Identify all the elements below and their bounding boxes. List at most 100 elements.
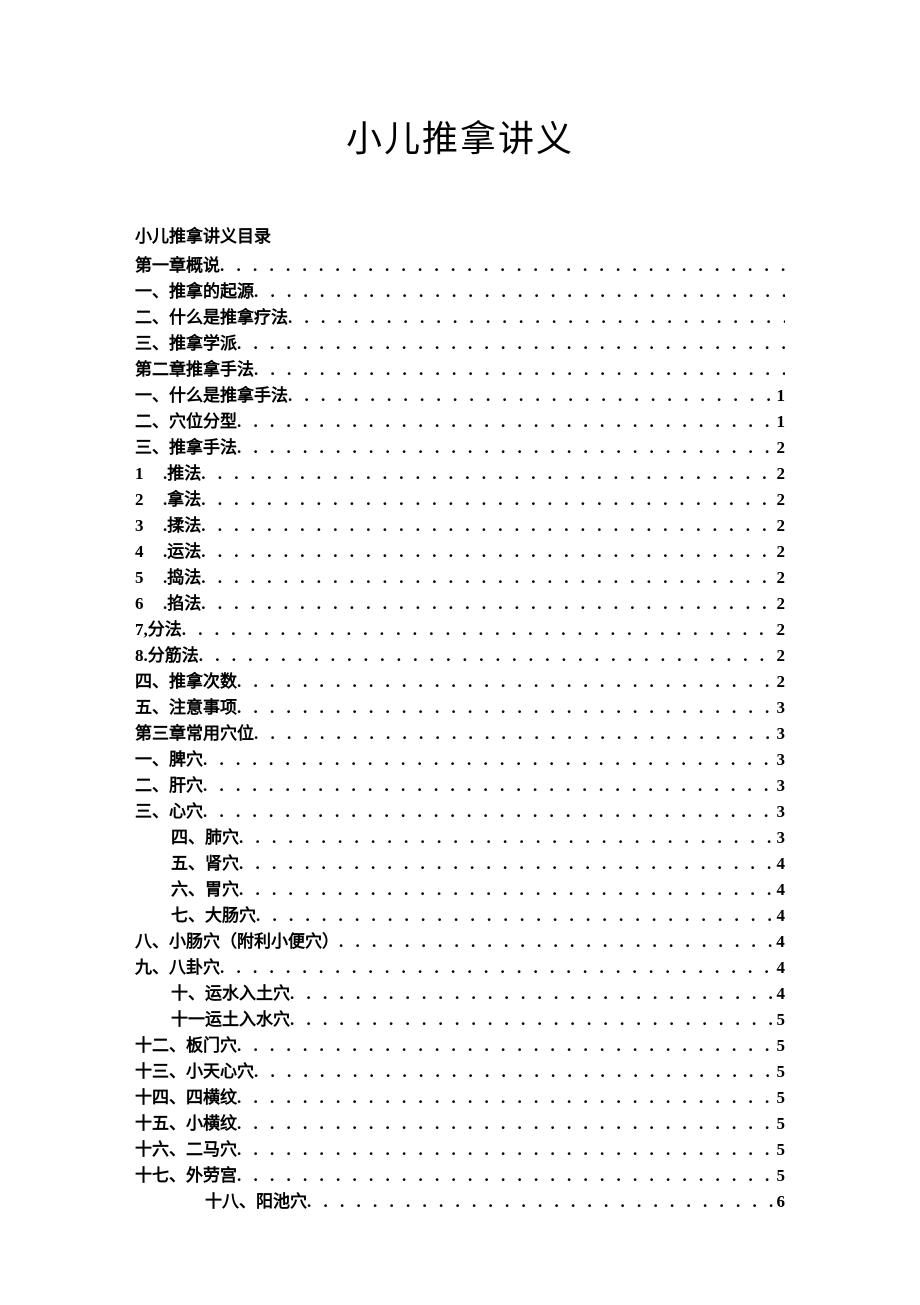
toc-entry-page: 5: [777, 1137, 786, 1163]
toc-entry-label: 第三章常用穴位: [135, 721, 254, 747]
toc-entry-dots: . . . . . . . . . . . . . . . . . . . . …: [290, 981, 777, 1007]
toc-entry-label: .掐法: [163, 591, 201, 617]
toc-entry: 四、推拿次数 . . . . . . . . . . . . . . . . .…: [135, 669, 785, 695]
toc-entry: 十三、小天心穴 . . . . . . . . . . . . . . . . …: [135, 1059, 785, 1085]
toc-entry-dots: . . . . . . . . . . . . . . . . . . . . …: [203, 747, 777, 773]
toc-entry-label: 三、推拿手法: [135, 435, 237, 461]
toc-entry: 六、胃穴 . . . . . . . . . . . . . . . . . .…: [135, 877, 785, 903]
toc-entry-dots: . . . . . . . . . . . . . . . . . . . . …: [239, 877, 777, 903]
toc-entry-dots: . . . . . . . . . . . . . . . . . . . . …: [237, 695, 777, 721]
toc-entry-dots: . . . . . . . . . . . . . . . . . . . . …: [201, 487, 776, 513]
toc-entry-page: 4: [777, 877, 786, 903]
toc-entry-dots: . . . . . . . . . . . . . . . . . . . . …: [237, 1085, 777, 1111]
toc-entry-dots: . . . . . . . . . . . . . . . . . . . . …: [201, 513, 776, 539]
toc-entry: 一、脾穴 . . . . . . . . . . . . . . . . . .…: [135, 747, 785, 773]
toc-entry-dots: . . . . . . . . . . . . . . . . . . . . …: [199, 643, 777, 669]
toc-entry-page: 5: [777, 1033, 786, 1059]
toc-entry-label: .运法: [163, 539, 201, 565]
toc-entry-page: 2: [777, 513, 786, 539]
toc-entry-page: 3: [777, 773, 786, 799]
document-page: 小儿推拿讲义 小儿推拿讲义目录 第一章概说 . . . . . . . . . …: [0, 0, 920, 1305]
toc-entry-page: 4: [777, 851, 786, 877]
toc-entry-dots: . . . . . . . . . . . . . . . . . . . . …: [182, 617, 777, 643]
toc-entry-page: 2: [777, 487, 786, 513]
toc-entry: 一、什么是推拿手法 . . . . . . . . . . . . . . . …: [135, 383, 785, 409]
toc-entry: 二、什么是推拿疗法 . . . . . . . . . . . . . . . …: [135, 305, 785, 331]
toc-entry-label: 一、什么是推拿手法: [135, 383, 288, 409]
toc-entry-page: 5: [777, 1059, 786, 1085]
toc-entry: 十四、四横纹 . . . . . . . . . . . . . . . . .…: [135, 1085, 785, 1111]
toc-entry-page: 2: [777, 461, 786, 487]
toc-entry: 4.运法 . . . . . . . . . . . . . . . . . .…: [135, 539, 785, 565]
toc-entry-label: 十二、板门穴: [135, 1033, 237, 1059]
toc-entry-dots: . . . . . . . . . . . . . . . . . . . . …: [237, 669, 777, 695]
toc-entry-label: .捣法: [163, 565, 201, 591]
toc-entry: 四、肺穴 . . . . . . . . . . . . . . . . . .…: [135, 825, 785, 851]
toc-entry-dots: . . . . . . . . . . . . . . . . . . . . …: [237, 1111, 777, 1137]
toc-entry-page: 2: [777, 643, 786, 669]
toc-entry-page: 3: [777, 799, 786, 825]
toc-entry: 十五、小横纹 . . . . . . . . . . . . . . . . .…: [135, 1111, 785, 1137]
toc-entry-label: 七、大肠穴: [171, 903, 256, 929]
toc-entry-label: 7,分法: [135, 617, 182, 643]
toc-entry-label: .推法: [163, 461, 201, 487]
toc-entry: 十二、板门穴 . . . . . . . . . . . . . . . . .…: [135, 1033, 785, 1059]
toc-entry-dots: . . . . . . . . . . . . . . . . . . . . …: [339, 929, 776, 955]
toc-entry-page: 5: [777, 1007, 786, 1033]
toc-entry-dots: . . . . . . . . . . . . . . . . . . . . …: [201, 591, 776, 617]
toc-entry-page: 2: [777, 669, 786, 695]
toc-entry: 8.分筋法. . . . . . . . . . . . . . . . . .…: [135, 643, 785, 669]
toc-entry-dots: . . . . . . . . . . . . . . . . . . . . …: [201, 461, 776, 487]
toc-entry-dots: . . . . . . . . . . . . . . . . . . . . …: [237, 331, 785, 357]
toc-entry-number: 4: [135, 539, 163, 565]
toc-entry-label: 四、推拿次数: [135, 669, 237, 695]
toc-entry-dots: . . . . . . . . . . . . . . . . . . . . …: [201, 565, 776, 591]
toc-entry-page: 3: [777, 721, 786, 747]
toc-entry-page: 3: [777, 695, 786, 721]
toc-entry-label: 第二章推拿手法: [135, 357, 254, 383]
toc-entry-page: 4: [777, 903, 786, 929]
toc-entry-label: 十三、小天心穴: [135, 1059, 254, 1085]
toc-entry-dots: . . . . . . . . . . . . . . . . . . . . …: [239, 825, 777, 851]
toc-entry-dots: . . . . . . . . . . . . . . . . . . . . …: [254, 721, 777, 747]
toc-entry-dots: . . . . . . . . . . . . . . . . . . . . …: [254, 357, 785, 383]
toc-entry: 八、小肠穴（附利小便穴） . . . . . . . . . . . . . .…: [135, 929, 785, 955]
toc-entry-number: 1: [135, 461, 163, 487]
toc-entry-label: 8.分筋法: [135, 643, 199, 669]
toc-entry-dots: . . . . . . . . . . . . . . . . . . . . …: [307, 1189, 777, 1215]
toc-entry-label: 十七、外劳宫: [135, 1163, 237, 1189]
toc-entry-number: 3: [135, 513, 163, 539]
toc-heading: 小儿推拿讲义目录: [135, 222, 785, 247]
toc-entry-dots: . . . . . . . . . . . . . . . . . . . . …: [201, 539, 776, 565]
toc-entry-page: 4: [777, 981, 786, 1007]
toc-entry-number: 5: [135, 565, 163, 591]
toc-entry-dots: . . . . . . . . . . . . . . . . . . . . …: [220, 253, 785, 279]
toc-entry-page: 3: [777, 825, 786, 851]
toc-entry: 十六、二马穴 . . . . . . . . . . . . . . . . .…: [135, 1137, 785, 1163]
toc-entry-dots: . . . . . . . . . . . . . . . . . . . . …: [254, 279, 785, 305]
toc-entry-label: 五、肾穴: [171, 851, 239, 877]
toc-entry: 十七、外劳宫 . . . . . . . . . . . . . . . . .…: [135, 1163, 785, 1189]
toc-entry-label: 三、推拿学派: [135, 331, 237, 357]
toc-entry-number: 2: [135, 487, 163, 513]
toc-entry-label: 十、运水入土穴: [171, 981, 290, 1007]
toc-entry-label: 一、脾穴: [135, 747, 203, 773]
toc-entry-page: 5: [777, 1163, 786, 1189]
toc-entry: 1.推法 . . . . . . . . . . . . . . . . . .…: [135, 461, 785, 487]
toc-entry-label: 十四、四横纹: [135, 1085, 237, 1111]
toc-entry-dots: . . . . . . . . . . . . . . . . . . . . …: [220, 955, 777, 981]
toc-entry: 5.捣法 . . . . . . . . . . . . . . . . . .…: [135, 565, 785, 591]
toc-entry-label: 二、穴位分型: [135, 409, 237, 435]
toc-entry-page: 3: [777, 747, 786, 773]
toc-entry-label: 第一章概说: [135, 253, 220, 279]
toc-entry: 2.拿法 . . . . . . . . . . . . . . . . . .…: [135, 487, 785, 513]
toc-entry: 一、推拿的起源 . . . . . . . . . . . . . . . . …: [135, 279, 785, 305]
toc-entry-dots: . . . . . . . . . . . . . . . . . . . . …: [290, 1007, 777, 1033]
toc-entry-label: 五、注意事项: [135, 695, 237, 721]
toc-entry: 第一章概说 . . . . . . . . . . . . . . . . . …: [135, 253, 785, 279]
toc-entry-label: 三、心穴: [135, 799, 203, 825]
toc-entry-label: 十八、阳池穴: [205, 1189, 307, 1215]
toc-entry: 二、穴位分型 . . . . . . . . . . . . . . . . .…: [135, 409, 785, 435]
toc-entry-label: .拿法: [163, 487, 201, 513]
toc-entry-dots: . . . . . . . . . . . . . . . . . . . . …: [237, 409, 777, 435]
